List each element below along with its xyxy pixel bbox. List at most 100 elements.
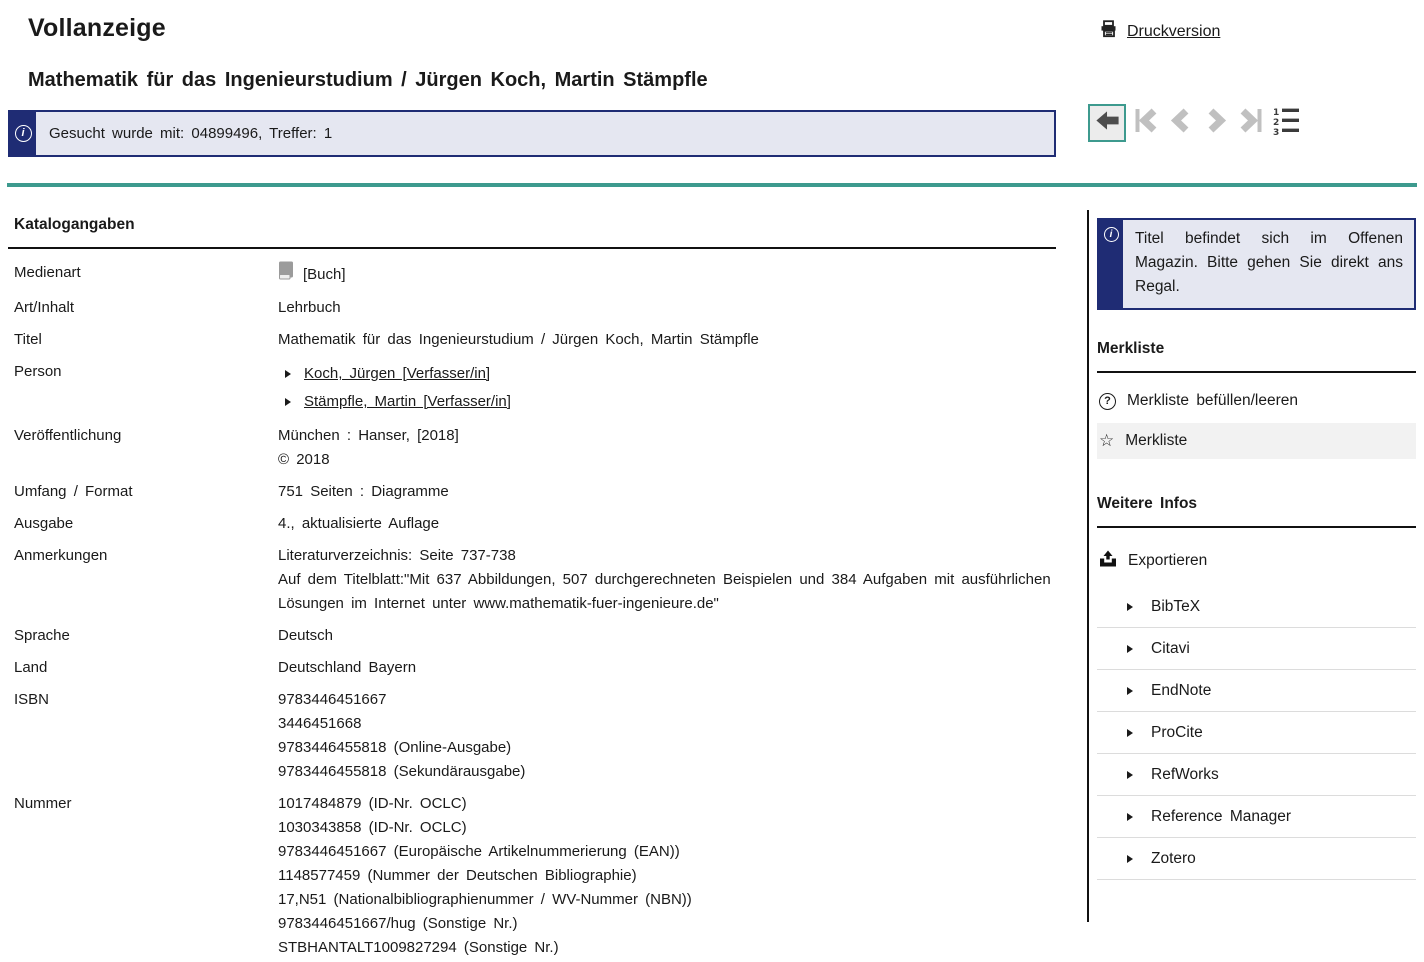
catalog-section-title: Katalogangaben <box>8 206 1056 249</box>
sidebar: i Titel befindet sich im Offenen Magazin… <box>1087 210 1416 922</box>
table-row-isbn: ISBN 9783446451667 3446451668 9783446455… <box>14 688 1056 784</box>
result-list-icon: 1 2 3 <box>1271 106 1301 141</box>
export-option-label[interactable]: EndNote <box>1151 682 1211 700</box>
table-row-nummer: Nummer 1017484879 (ID-Nr. OCLC) 10303438… <box>14 792 1056 962</box>
page-title: Vollanzeige <box>28 14 166 43</box>
field-value: 9783446451667 <box>278 688 1056 712</box>
chevron-right-icon <box>1127 687 1133 695</box>
export-option-label[interactable]: RefWorks <box>1151 766 1219 784</box>
back-button[interactable] <box>1088 104 1126 142</box>
merkliste-section-title: Merkliste <box>1097 340 1416 373</box>
next-record-button[interactable] <box>1201 108 1231 138</box>
field-value: Mathematik für das Ingenieurstudium / Jü… <box>278 328 1056 352</box>
person-link[interactable]: Koch, Jürgen [Verfasser/in] <box>304 362 490 386</box>
printer-icon <box>1100 20 1118 43</box>
export-option-refworks[interactable]: RefWorks <box>1097 754 1416 796</box>
field-value: 9783446451667/hug (Sonstige Nr.) <box>278 912 1056 936</box>
exportieren-label[interactable]: Exportieren <box>1128 552 1207 570</box>
last-page-icon <box>1236 106 1266 141</box>
person-link[interactable]: Stämpfle, Martin [Verfasser/in] <box>304 390 511 414</box>
field-value: 751 Seiten : Diagramme <box>278 480 1056 504</box>
export-option-reference-manager[interactable]: Reference Manager <box>1097 796 1416 838</box>
svg-text:1: 1 <box>1273 108 1279 118</box>
info-icon: i <box>10 112 36 155</box>
field-value: 1148577459 (Nummer der Deutschen Bibliog… <box>278 864 1056 888</box>
table-row-ausgabe: Ausgabe 4., aktualisierte Auflage <box>14 512 1056 536</box>
last-record-button[interactable] <box>1236 108 1266 138</box>
record-title: Mathematik für das Ingenieurstudium / Jü… <box>28 69 708 92</box>
divider-rule <box>7 183 1417 187</box>
table-row-anmerkungen: Anmerkungen Literaturverzeichnis: Seite … <box>14 544 1056 616</box>
merkliste-label[interactable]: Merkliste <box>1125 432 1187 450</box>
exportieren-item[interactable]: Exportieren <box>1097 540 1416 580</box>
table-row-veroeffentlichung: Veröffentlichung München : Hanser, [2018… <box>14 424 1056 472</box>
export-option-label[interactable]: Citavi <box>1151 640 1190 658</box>
export-option-bibtex[interactable]: BibTeX <box>1097 586 1416 628</box>
search-result-notice: i Gesucht wurde mit: 04899496, Treffer: … <box>8 110 1056 157</box>
location-notice: i Titel befindet sich im Offenen Magazin… <box>1097 218 1416 310</box>
previous-record-button[interactable] <box>1166 108 1196 138</box>
export-option-label[interactable]: Reference Manager <box>1151 808 1291 826</box>
chevron-right-icon <box>285 398 291 406</box>
field-value: 1030343858 (ID-Nr. OCLC) <box>278 816 1056 840</box>
table-row-person: Person Koch, Jürgen [Verfasser/in] Stämp… <box>14 360 1056 416</box>
export-option-citavi[interactable]: Citavi <box>1097 628 1416 670</box>
table-row-art-inhalt: Art/Inhalt Lehrbuch <box>14 296 1056 320</box>
field-value: München : Hanser, [2018] <box>278 424 1056 448</box>
first-page-icon <box>1131 106 1161 141</box>
field-value: Auf dem Titelblatt:"Mit 637 Abbildungen,… <box>278 568 1056 616</box>
field-label: Umfang / Format <box>14 480 278 504</box>
field-value: 4., aktualisierte Auflage <box>278 512 1056 536</box>
merkliste-fill-empty-item[interactable]: ? Merkliste befüllen/leeren <box>1097 383 1416 419</box>
chevron-right-icon <box>1127 729 1133 737</box>
book-icon <box>278 261 294 288</box>
field-label: Titel <box>14 328 278 352</box>
field-value: 9783446455818 (Online-Ausgabe) <box>278 736 1056 760</box>
field-label: Nummer <box>14 792 278 962</box>
merkliste-fill-empty-label[interactable]: Merkliste befüllen/leeren <box>1127 392 1298 410</box>
star-icon: ☆ <box>1099 433 1114 450</box>
export-option-label[interactable]: BibTeX <box>1151 598 1200 616</box>
previous-icon <box>1166 106 1196 141</box>
search-result-text: Gesucht wurde mit: 04899496, Treffer: 1 <box>36 112 332 155</box>
export-option-label[interactable]: Zotero <box>1151 850 1196 868</box>
chevron-right-icon <box>1127 813 1133 821</box>
svg-text:3: 3 <box>1273 128 1279 136</box>
print-version-link[interactable]: Druckversion <box>1100 20 1220 43</box>
chevron-right-icon <box>1127 771 1133 779</box>
location-notice-text: Titel befindet sich im Offenen Magazin. … <box>1123 220 1414 308</box>
table-row-sprache: Sprache Deutsch <box>14 624 1056 648</box>
field-label: Sprache <box>14 624 278 648</box>
result-list-button[interactable]: 1 2 3 <box>1271 108 1301 138</box>
svg-text:2: 2 <box>1273 118 1279 128</box>
export-icon <box>1099 550 1117 572</box>
field-label: Veröffentlichung <box>14 424 278 472</box>
info-icon: i <box>1099 220 1123 308</box>
field-value: Literaturverzeichnis: Seite 737-738 <box>278 544 1056 568</box>
record-navigation-toolbar: 1 2 3 <box>1088 104 1301 142</box>
export-option-label[interactable]: ProCite <box>1151 724 1203 742</box>
export-option-procite[interactable]: ProCite <box>1097 712 1416 754</box>
field-value: Deutschland Bayern <box>278 656 1056 680</box>
field-value: 17,N51 (Nationalbibliographienummer / WV… <box>278 888 1056 912</box>
field-value: © 2018 <box>278 448 1056 472</box>
first-record-button[interactable] <box>1131 108 1161 138</box>
field-value: Lehrbuch <box>278 296 1056 320</box>
back-icon <box>1094 107 1121 139</box>
chevron-right-icon <box>1127 645 1133 653</box>
merkliste-item[interactable]: ☆ Merkliste <box>1097 423 1416 459</box>
field-value: Deutsch <box>278 624 1056 648</box>
field-value: 3446451668 <box>278 712 1056 736</box>
question-circle-icon: ? <box>1099 393 1116 410</box>
export-option-endnote[interactable]: EndNote <box>1097 670 1416 712</box>
table-row-medienart: Medienart [Buch] <box>14 261 1056 288</box>
print-version-label[interactable]: Druckversion <box>1127 23 1220 41</box>
vollanzeige-page: Vollanzeige Mathematik für das Ingenieur… <box>0 0 1424 962</box>
field-label: Person <box>14 360 278 416</box>
chevron-right-icon <box>1127 855 1133 863</box>
field-value: 9783446451667 (Europäische Artikelnummer… <box>278 840 1056 864</box>
field-value: 9783446455818 (Sekundärausgabe) <box>278 760 1056 784</box>
export-option-zotero[interactable]: Zotero <box>1097 838 1416 880</box>
chevron-right-icon <box>285 370 291 378</box>
weitere-infos-section-title: Weitere Infos <box>1097 495 1416 528</box>
